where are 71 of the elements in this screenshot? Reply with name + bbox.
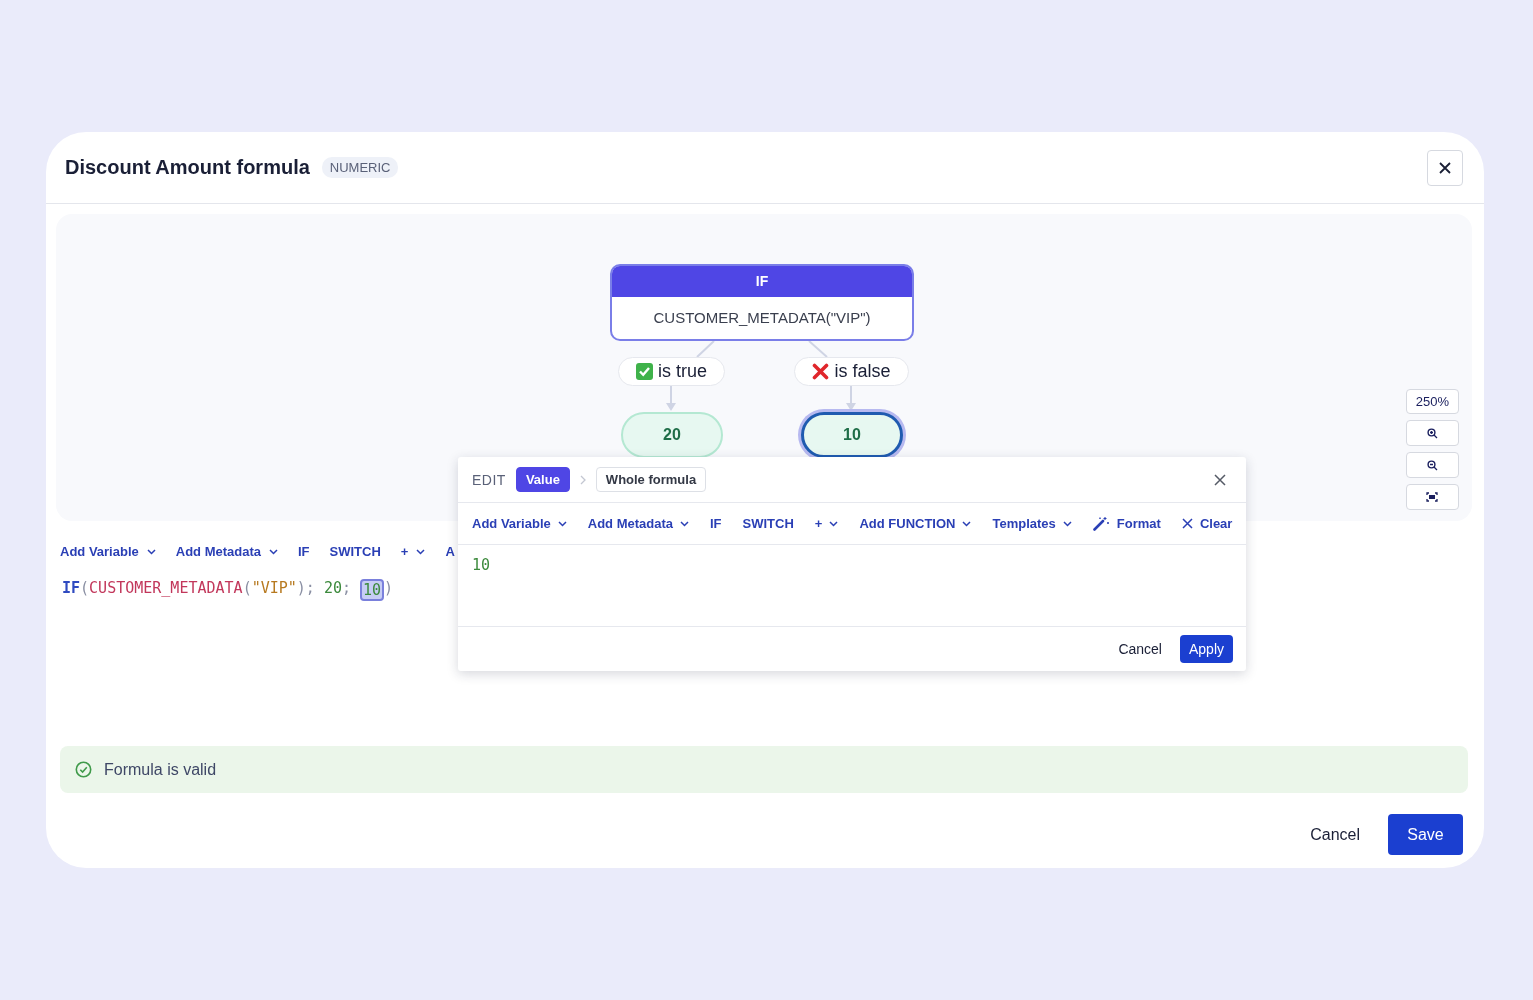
zoom-level: 250% — [1405, 389, 1459, 414]
cancel-button[interactable]: Cancel — [1116, 639, 1164, 659]
formula-token: "VIP" — [251, 579, 297, 599]
value-node[interactable]: 20 — [621, 412, 723, 458]
zoom-in-icon — [1426, 427, 1438, 439]
toolbar-button[interactable]: Add Metadata — [175, 544, 278, 559]
toolbar-button[interactable]: + — [814, 516, 839, 531]
save-button[interactable]: Save — [1388, 814, 1463, 855]
toolbar-button[interactable]: Add Metadata — [587, 516, 689, 531]
branch-label: is true — [618, 357, 725, 386]
toolbar-button[interactable]: A — [445, 544, 455, 559]
zoom-out-button[interactable] — [1405, 452, 1459, 478]
connector-line — [696, 340, 715, 358]
arrow — [846, 384, 856, 411]
chevron-down-icon — [962, 520, 972, 527]
toolbar-button[interactable]: SWITCH — [742, 516, 794, 531]
branch-label: is false — [794, 357, 909, 386]
close-icon — [1214, 473, 1226, 486]
formula-token: IF — [62, 579, 81, 599]
validation-message: Formula is valid — [104, 760, 217, 779]
dialog-title: Discount Amount formula — [65, 156, 310, 179]
toolbar-button[interactable]: SWITCH — [329, 544, 381, 559]
type-badge: NUMERIC — [321, 157, 399, 178]
breadcrumb-tab[interactable]: Whole formula — [595, 467, 707, 492]
zoom-out-icon — [1426, 459, 1438, 471]
editor-value: 10 — [472, 556, 491, 574]
toolbar-button[interactable]: Add FUNCTION — [859, 516, 972, 531]
toolbar-button[interactable]: Add Variable — [60, 544, 156, 559]
chevron-right-icon — [579, 474, 586, 485]
connector-line — [808, 340, 828, 358]
formula-token: ; — [341, 579, 352, 599]
arrow — [666, 384, 676, 411]
close-icon — [1181, 518, 1193, 529]
zoom-in-button[interactable] — [1405, 420, 1459, 446]
toolbar-button[interactable]: + — [400, 544, 426, 559]
toolbar-button[interactable]: Clear — [1181, 516, 1233, 531]
apply-button[interactable]: Apply — [1179, 635, 1233, 663]
chevron-down-icon — [557, 520, 567, 527]
chevron-down-icon — [416, 548, 426, 555]
chevron-down-icon — [269, 548, 278, 555]
chevron-down-icon — [680, 520, 689, 527]
close-icon — [1438, 160, 1452, 175]
formula-token: ( — [80, 579, 90, 599]
toolbar-button[interactable]: IF — [298, 544, 310, 559]
close-button[interactable] — [1214, 473, 1226, 486]
breadcrumb-tab[interactable]: Value — [515, 467, 570, 492]
fit-view-button[interactable] — [1405, 484, 1459, 510]
value-editor[interactable]: 10 — [458, 545, 1246, 627]
check-icon — [636, 363, 653, 380]
toolbar-button[interactable]: Format — [1092, 516, 1161, 531]
formula-token: CUSTOMER_METADATA — [89, 579, 243, 599]
formula-token: ); — [296, 579, 315, 599]
check-circle-icon — [75, 761, 92, 778]
formula-token: 20 — [322, 579, 342, 599]
chevron-down-icon — [1062, 520, 1072, 527]
edit-label: EDIT — [472, 471, 506, 488]
magic-wand-icon — [1092, 516, 1110, 531]
formula-token: ) — [384, 579, 394, 599]
toolbar-button[interactable]: IF — [710, 516, 722, 531]
if-node[interactable]: IF CUSTOMER_METADATA("VIP") — [610, 264, 914, 341]
formula-token: ( — [242, 579, 252, 599]
toolbar-button[interactable]: Add Variable — [472, 516, 567, 531]
value-node[interactable]: 10 — [801, 412, 903, 458]
fit-view-icon — [1426, 492, 1439, 502]
node-condition: CUSTOMER_METADATA("VIP") — [652, 308, 872, 328]
cross-icon — [812, 363, 830, 380]
chevron-down-icon — [829, 520, 839, 527]
cancel-button[interactable]: Cancel — [1302, 817, 1368, 852]
toolbar-button[interactable]: Templates — [992, 516, 1072, 531]
chevron-down-icon — [146, 548, 156, 555]
node-header: IF — [612, 266, 912, 297]
